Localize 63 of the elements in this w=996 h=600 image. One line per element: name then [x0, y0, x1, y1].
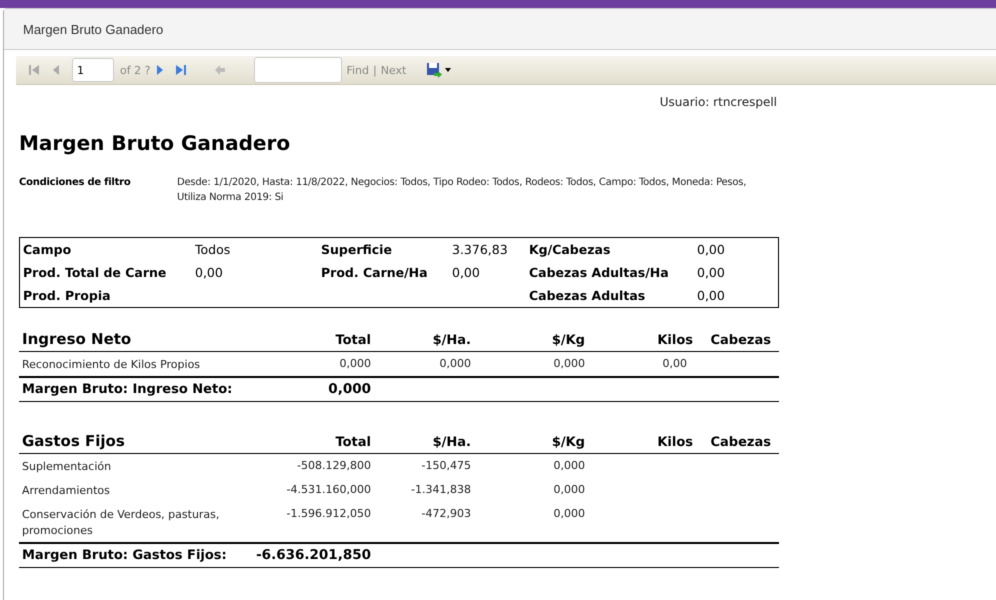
total-value: -6.636.201,850 [255, 547, 371, 563]
filter-label: Condiciones de filtro [19, 176, 132, 190]
summary-value: 0,00 [697, 287, 726, 305]
first-page-icon[interactable] [28, 64, 42, 76]
table-cell-text: 0,000 [338, 357, 371, 370]
summary-value: 0,00 [697, 241, 726, 259]
column-header: $/Ha. [432, 333, 471, 348]
column-header: Total [334, 435, 371, 450]
summary-value: 0,00 [195, 264, 224, 282]
summary-label: Cabezas Adultas [529, 287, 646, 305]
next-link[interactable]: Next [380, 64, 406, 76]
summary-label: Campo [23, 241, 72, 259]
total-value: 0,000 [327, 381, 371, 397]
last-page-icon[interactable] [174, 64, 188, 76]
column-header: Kilos [656, 333, 694, 348]
table-cell-text: -1.341,838 [410, 483, 471, 496]
table-cell-text: Suplementación [21, 459, 112, 475]
filter-text: Desde: 1/1/2020, Hasta: 11/8/2022, Negocios: Todos, Tipo Rodeo: Todos, Rodeos: Todos, Campo: Todos, Moneda: Pesos, Utiliza Norma 2019: Si [177, 176, 748, 205]
total-label: Margen Bruto: Ingreso Neto: [21, 382, 234, 397]
save-icon[interactable] [426, 62, 442, 78]
total-label: Margen Bruto: Gastos Fijos: [21, 548, 228, 563]
report-title: Margen Bruto Ganadero [19, 131, 292, 155]
table-cell-text: 0,00 [662, 357, 688, 370]
table-cell-text: 0,000 [438, 357, 471, 370]
table-cell-text: -4.531.160,000 [286, 483, 371, 496]
dialog-title: Margen Bruto Ganadero [23, 22, 164, 36]
dropdown-caret-icon[interactable] [445, 68, 452, 72]
column-header: Total [334, 333, 371, 348]
column-header: $/Kg [550, 435, 585, 450]
summary-label: Prod. Total de Carne [23, 264, 168, 282]
column-header: Cabezas [709, 333, 771, 348]
summary-label: Kg/Cabezas [529, 241, 612, 259]
user-label: Usuario: rtncrespell [658, 95, 778, 109]
find-link[interactable]: Find [346, 64, 369, 76]
column-header: $/Ha. [432, 435, 471, 450]
page-count: of 2 ? [120, 64, 150, 76]
page-number-field[interactable]: 1 [72, 58, 114, 82]
summary-label: Prod. Carne/Ha [321, 264, 429, 282]
table-cell-text: 0,000 [552, 357, 585, 370]
column-header: Cabezas [709, 435, 771, 450]
section-title: Ingreso Neto [21, 330, 132, 348]
summary-value: Todos [195, 241, 232, 259]
summary-label: Cabezas Adultas/Ha [529, 264, 670, 282]
table-cell-text: Conservación de Verdeos, pasturas, promociones [21, 507, 220, 539]
table-cell-text: 0,000 [552, 459, 585, 472]
find-field[interactable] [254, 57, 342, 83]
table-cell-text: Reconocimiento de Kilos Propios [21, 357, 202, 373]
separator-text: | [372, 64, 377, 76]
table-cell-text: 0,000 [552, 507, 585, 520]
table-cell-text: 0,000 [552, 483, 585, 496]
summary-label: Prod. Propia [23, 287, 112, 305]
summary-label: Superficie [321, 241, 393, 259]
section-title: Gastos Fijos [21, 432, 126, 450]
summary-value: 0,00 [697, 264, 726, 282]
column-header: Kilos [656, 435, 694, 450]
summary-value: 0,00 [452, 264, 481, 282]
table-cell-text: -508.129,800 [296, 459, 371, 472]
column-header: $/Kg [550, 333, 585, 348]
summary-value: 3.376,83 [452, 241, 509, 259]
table-cell-text: -150,475 [420, 459, 471, 472]
table-cell-text: Arrendamientos [21, 483, 111, 499]
table-cell-text: -1.596.912,050 [286, 507, 371, 520]
table-cell-text: -472,903 [420, 507, 471, 520]
